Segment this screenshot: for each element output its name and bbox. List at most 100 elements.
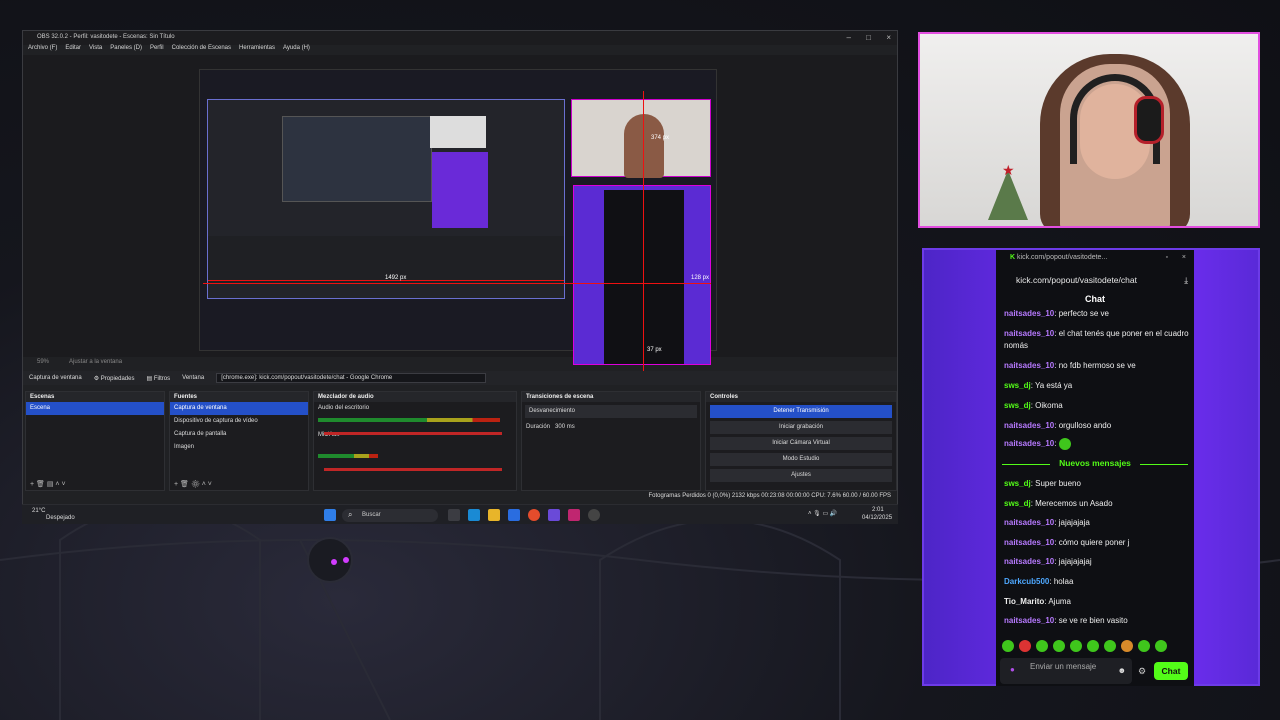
chat-username[interactable]: sws_dj (1004, 381, 1031, 390)
nested-screen-capture[interactable] (207, 99, 565, 299)
maximize-icon[interactable]: □ (866, 33, 871, 42)
discord-icon[interactable] (548, 509, 560, 521)
nested-webcam[interactable] (571, 99, 711, 178)
duration-input[interactable]: 300 ms (555, 424, 575, 430)
send-chat-button[interactable]: Chat (1154, 662, 1188, 680)
clock-time[interactable]: 2:01 (872, 507, 884, 513)
chat-close-icon[interactable]: × (1182, 254, 1186, 261)
chat-address: kick.com/popout/vasitodete/chat (1016, 275, 1137, 285)
emote-icon[interactable] (1070, 640, 1082, 652)
duration-label: Duración (526, 424, 551, 430)
folder-icon[interactable] (488, 509, 500, 521)
close-icon[interactable]: × (886, 33, 891, 42)
source-item[interactable]: Captura de pantalla (170, 428, 308, 441)
menu-herramientas[interactable]: Herramientas (239, 45, 275, 55)
properties-button[interactable]: ⚙ Propiedades (94, 375, 135, 382)
chat-text: no fdb hermoso se ve (1058, 361, 1136, 370)
chat-username[interactable]: naitsades_10 (1004, 616, 1054, 625)
chat-message-input[interactable]: ● Enviar un mensaje ☻ (1000, 658, 1132, 684)
chat-username[interactable]: naitsades_10 (1004, 329, 1054, 338)
transition-select[interactable]: Desvanecimiento (525, 405, 697, 418)
zoom-level[interactable]: 59% (37, 359, 49, 365)
emote-icon[interactable] (1053, 640, 1065, 652)
source-item[interactable]: Imagen (170, 441, 308, 454)
chat-username[interactable]: naitsades_10 (1004, 421, 1054, 430)
chat-text: jajajajajaj (1058, 557, 1092, 566)
download-icon[interactable]: ⤓ (1184, 275, 1188, 286)
emote-icon[interactable] (1121, 640, 1133, 652)
mic-volume-slider[interactable] (324, 468, 502, 471)
new-messages-divider[interactable]: Nuevos mensajes (996, 458, 1194, 470)
emote-icon[interactable] (1155, 640, 1167, 652)
tray-icons[interactable]: ˄ 🎙 ▭ 🔊 (808, 510, 837, 517)
chat-username[interactable]: naitsades_10 (1004, 309, 1054, 318)
filters-button[interactable]: ▤ Filtros (146, 375, 170, 382)
emote-icon[interactable] (1138, 640, 1150, 652)
chat-username[interactable]: sws_dj (1004, 479, 1031, 488)
chat-address-bar[interactable]: kick.com/popout/vasitodete/chat ⤓ (996, 270, 1194, 286)
chrome-icon[interactable] (528, 509, 540, 521)
window-title: OBS 32.0.2 - Perfil: vasitodete - Escena… (37, 34, 175, 40)
app-icon[interactable] (568, 509, 580, 521)
fit-mode[interactable]: Ajustar a la ventana (69, 359, 122, 365)
chat-username[interactable]: sws_dj (1004, 499, 1031, 508)
emoji-icon[interactable]: ☻ (1118, 666, 1126, 676)
start-recording-button[interactable]: Iniciar grabación (710, 421, 892, 434)
window-select[interactable]: [chrome.exe]: kick.com/popout/vasitodete… (216, 373, 487, 383)
taskbar-search[interactable]: Buscar (342, 509, 438, 522)
emote-icon[interactable] (1036, 640, 1048, 652)
menu-ayuda[interactable]: Ayuda (H) (283, 45, 310, 55)
store-icon[interactable] (508, 509, 520, 521)
menu-coleccion[interactable]: Colección de Escenas (172, 45, 231, 55)
restore-icon[interactable]: ▫ (1166, 254, 1168, 261)
menu-perfil[interactable]: Perfil (150, 45, 164, 55)
edge-icon[interactable] (468, 509, 480, 521)
desktop-volume-slider[interactable] (324, 432, 502, 435)
settings-button[interactable]: Ajustes (710, 469, 892, 482)
virtual-camera-button[interactable]: Iniciar Cámara Virtual (710, 437, 892, 450)
properties-label: Propiedades (100, 375, 135, 382)
chat-username[interactable]: sws_dj (1004, 401, 1031, 410)
weather-temp[interactable]: 21°C (32, 508, 45, 514)
source-item[interactable]: Captura de ventana (170, 402, 308, 415)
windows-start-icon[interactable] (324, 509, 336, 521)
chat-username[interactable]: naitsades_10 (1004, 518, 1054, 527)
obs-icon[interactable] (588, 509, 600, 521)
emote-icon[interactable] (1002, 640, 1014, 652)
stop-stream-button[interactable]: Detener Transmisión (710, 405, 892, 418)
preview-area[interactable]: 374 px 128 px 37 px 1492 px 59% Ajustar … (23, 55, 897, 371)
chat-settings-icon[interactable]: ⚙ (1138, 666, 1146, 677)
desktop-meter (318, 418, 500, 422)
menu-editar[interactable]: Editar (65, 45, 81, 55)
minimize-icon[interactable]: – (847, 33, 851, 42)
chat-username[interactable]: Tio_Marito (1004, 597, 1044, 606)
chat-username[interactable]: naitsades_10 (1004, 538, 1054, 547)
chat-text: Super bueno (1035, 479, 1081, 488)
chat-text: cómo quiere poner j (1058, 538, 1130, 547)
task-view-icon[interactable] (448, 509, 460, 521)
chat-username[interactable]: naitsades_10 (1004, 557, 1054, 566)
menu-vista[interactable]: Vista (89, 45, 102, 55)
menu-archivo[interactable]: Archivo (F) (28, 45, 57, 55)
studio-mode-button[interactable]: Modo Estudio (710, 453, 892, 466)
scenes-dock: Escenas Escena + 🗑 ▤ ˄ ˅ (25, 391, 165, 491)
sources-toolbar[interactable]: + 🗑 ⚙ ˄ ˅ (170, 480, 308, 490)
chat-message: naitsades_10: no fdb hermoso se ve (1004, 361, 1136, 370)
chat-username[interactable]: Darkcub500 (1004, 577, 1049, 586)
scene-item[interactable]: Escena (26, 402, 164, 415)
source-item[interactable]: Dispositivo de captura de vídeo (170, 415, 308, 428)
clock-date[interactable]: 04/12/2025 (862, 515, 892, 521)
chat-username[interactable]: naitsades_10 (1004, 439, 1054, 448)
menu-paneles[interactable]: Paneles (D) (110, 45, 142, 55)
emote-icon[interactable] (1087, 640, 1099, 652)
emote-icon[interactable] (1104, 640, 1116, 652)
controls-dock: Controles Detener Transmisión Iniciar gr… (705, 391, 897, 491)
chat-username[interactable]: naitsades_10 (1004, 361, 1054, 370)
mic-icon[interactable]: ● (1010, 665, 1015, 675)
scenes-toolbar[interactable]: + 🗑 ▤ ˄ ˅ (26, 480, 164, 490)
emote-icon[interactable] (1019, 640, 1031, 652)
transitions-title: Transiciones de escena (522, 392, 700, 402)
emote-bar (1002, 640, 1182, 654)
weather-desc[interactable]: Despejado (46, 515, 75, 521)
chat-text: holaa (1053, 577, 1074, 586)
